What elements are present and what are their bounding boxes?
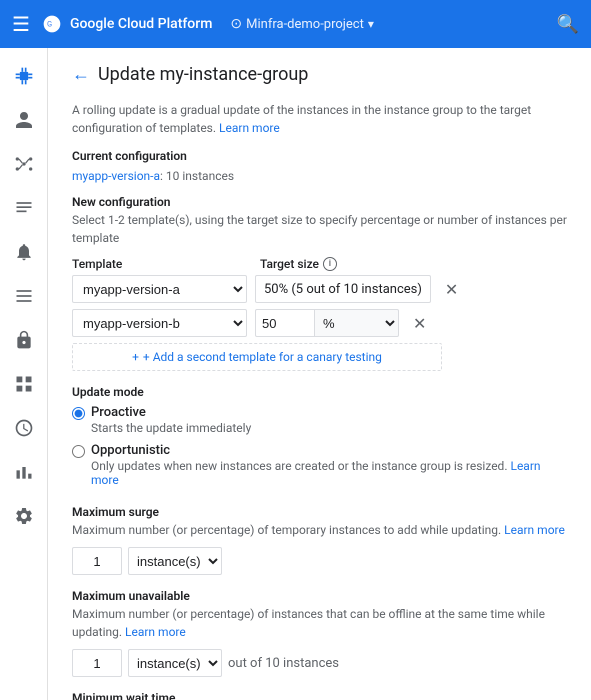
grid-icon <box>14 374 34 394</box>
description-learn-more-link[interactable]: Learn more <box>219 121 280 135</box>
main-content: ← Update my-instance-group A rolling upd… <box>48 48 591 700</box>
template-1-select[interactable]: myapp-version-a <box>72 275 247 303</box>
sidebar <box>0 48 48 700</box>
row1-target-display: 50% (5 out of 10 instances) <box>255 275 431 303</box>
proactive-radio[interactable] <box>72 407 85 420</box>
max-unavail-section: Maximum unavailable Maximum number (or p… <box>72 589 567 677</box>
min-wait-label: Minimum wait time <box>72 691 567 700</box>
opportunistic-label[interactable]: Opportunistic <box>91 443 170 458</box>
target-size-info-icon[interactable]: i <box>323 257 337 271</box>
current-config-label: Current configuration <box>72 149 567 163</box>
max-unavail-suffix: out of 10 instances <box>228 656 339 671</box>
max-surge-label: Maximum surge <box>72 505 567 519</box>
add-template-button[interactable]: + + Add a second template for a canary t… <box>72 343 442 371</box>
network-icon <box>14 154 34 174</box>
max-surge-desc: Maximum number (or percentage) of tempor… <box>72 521 567 539</box>
template-row-1: myapp-version-a 50% (5 out of 10 instanc… <box>72 275 567 303</box>
app-title: Google Cloud Platform <box>70 16 212 32</box>
opportunistic-desc: Only updates when new instances are crea… <box>91 459 567 487</box>
project-selector[interactable]: ⊙ Minfra-demo-project ▾ <box>230 16 373 32</box>
sidebar-item-menu[interactable] <box>4 276 44 316</box>
proactive-desc: Starts the update immediately <box>91 421 251 435</box>
template-row-2: myapp-version-b % instances ✕ <box>72 309 567 337</box>
search-button[interactable]: 🔍 <box>557 14 579 35</box>
template-table-header: Template Target size i <box>72 257 567 271</box>
min-wait-section: Minimum wait time Time to wait between c… <box>72 691 567 700</box>
max-unavail-learn-more-link[interactable]: Learn more <box>125 625 186 639</box>
sidebar-item-lock[interactable] <box>4 320 44 360</box>
update-mode-radio-group: Proactive Starts the update immediately … <box>72 405 567 491</box>
sidebar-item-settings[interactable] <box>4 496 44 536</box>
target-size-col-header: Target size i <box>260 257 337 271</box>
chip-icon <box>14 66 34 86</box>
max-surge-learn-more-link[interactable]: Learn more <box>504 523 565 537</box>
project-icon: ⊙ <box>230 16 242 32</box>
chart-icon <box>14 462 34 482</box>
search-icon: 🔍 <box>557 14 579 35</box>
max-unavail-input[interactable] <box>72 649 122 677</box>
row2-target-input-group: % instances <box>255 309 399 337</box>
sidebar-item-grid[interactable] <box>4 364 44 404</box>
menu-icon <box>14 286 34 306</box>
sidebar-item-alerts[interactable] <box>4 232 44 272</box>
max-unavail-input-row: instance(s)% out of 10 instances <box>72 649 567 677</box>
new-config-label: New configuration <box>72 195 567 209</box>
current-config-value: myapp-version-a: 10 instances <box>72 169 567 183</box>
remove-row1-button[interactable]: ✕ <box>443 278 460 301</box>
top-nav: ☰ G Google Cloud Platform ⊙ Minfra-demo-… <box>0 0 591 48</box>
template-2-select[interactable]: myapp-version-b <box>72 309 247 337</box>
proactive-label[interactable]: Proactive <box>91 405 146 420</box>
max-surge-unit-select[interactable]: instance(s)% <box>128 547 222 575</box>
update-mode-label: Update mode <box>72 385 567 399</box>
max-unavail-unit-select[interactable]: instance(s)% <box>128 649 222 677</box>
page-title: Update my-instance-group <box>98 64 308 85</box>
back-button[interactable]: ← <box>72 64 90 85</box>
proactive-option: Proactive Starts the update immediately <box>72 405 567 435</box>
sidebar-item-logs[interactable] <box>4 188 44 228</box>
max-surge-section: Maximum surge Maximum number (or percent… <box>72 505 567 575</box>
person-icon <box>14 110 34 130</box>
svg-text:G: G <box>47 20 52 29</box>
gcp-logo-icon: G <box>42 14 62 34</box>
template-col-header: Template <box>72 257 252 271</box>
page-header: ← Update my-instance-group <box>72 64 567 85</box>
opportunistic-radio[interactable] <box>72 445 85 458</box>
max-unavail-label: Maximum unavailable <box>72 589 567 603</box>
update-mode-section: Update mode Proactive Starts the update … <box>72 385 567 491</box>
row2-unit-select[interactable]: % instances <box>315 309 399 337</box>
gear-icon <box>14 506 34 526</box>
lock-icon <box>14 330 34 350</box>
bell-icon <box>14 242 34 262</box>
list-icon <box>14 198 34 218</box>
page-description: A rolling update is a gradual update of … <box>72 101 567 137</box>
clock-icon <box>14 418 34 438</box>
max-unavail-desc: Maximum number (or percentage) of instan… <box>72 605 567 641</box>
sidebar-item-clock[interactable] <box>4 408 44 448</box>
opportunistic-option: Opportunistic Only updates when new inst… <box>72 443 567 487</box>
project-name: Minfra-demo-project <box>246 17 364 32</box>
sidebar-item-overview[interactable] <box>4 56 44 96</box>
sidebar-item-analytics[interactable] <box>4 452 44 492</box>
max-surge-input-row: instance(s)% <box>72 547 567 575</box>
project-dropdown-icon: ▾ <box>368 17 374 31</box>
add-template-icon: + <box>132 350 139 364</box>
sidebar-item-iam[interactable] <box>4 100 44 140</box>
new-config-desc: Select 1-2 template(s), using the target… <box>72 211 567 247</box>
logo: G Google Cloud Platform <box>42 14 212 34</box>
sidebar-item-network[interactable] <box>4 144 44 184</box>
hamburger-menu-icon[interactable]: ☰ <box>12 12 30 36</box>
max-surge-input[interactable] <box>72 547 122 575</box>
remove-row2-button[interactable]: ✕ <box>411 312 428 335</box>
row2-target-number-input[interactable] <box>255 309 315 337</box>
